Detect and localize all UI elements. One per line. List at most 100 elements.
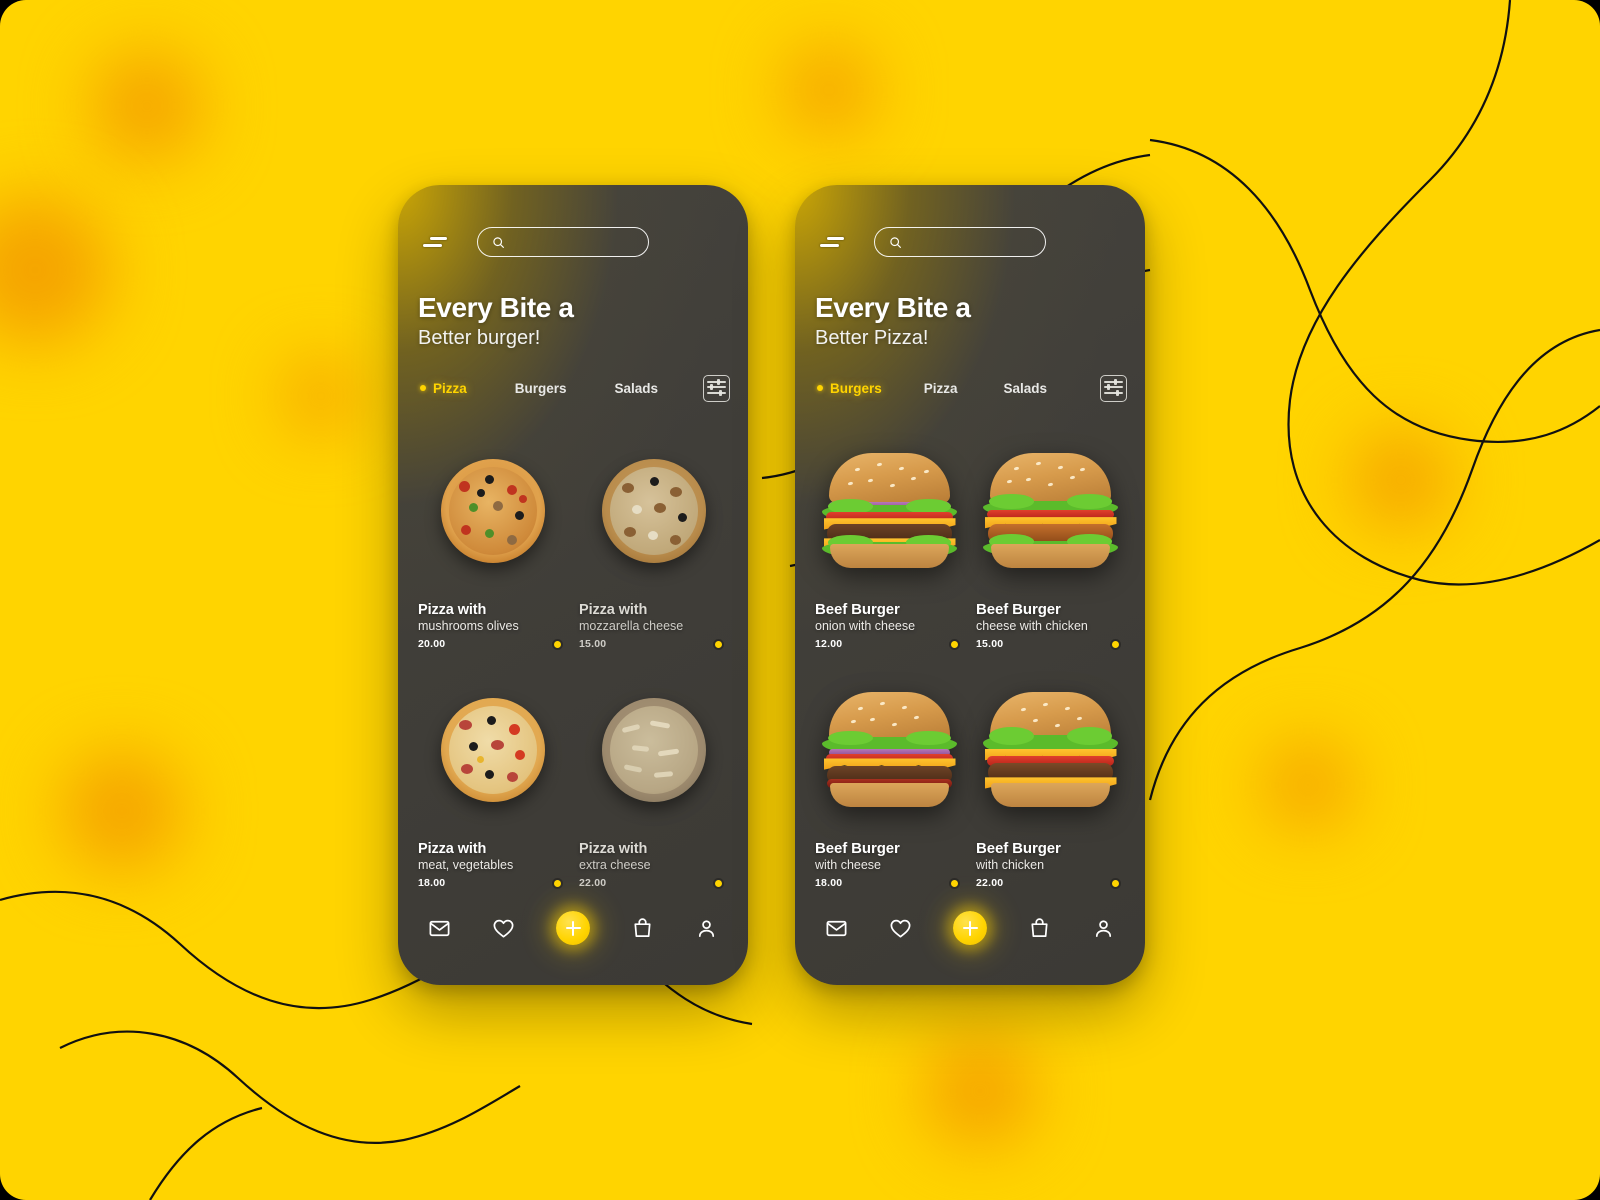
top-bar xyxy=(795,225,1145,259)
add-to-cart-dot[interactable] xyxy=(552,638,563,650)
heart-icon[interactable] xyxy=(889,917,912,940)
product-price: 18.00 xyxy=(418,877,446,889)
shopping-bag-icon[interactable] xyxy=(1028,917,1051,940)
product-image xyxy=(418,658,567,841)
add-to-cart-dot[interactable] xyxy=(713,877,724,889)
product-card[interactable]: Pizza with mushrooms olives 20.00 xyxy=(418,419,567,650)
product-meta-row: 15.00 xyxy=(579,638,728,650)
add-to-cart-dot[interactable] xyxy=(949,638,960,650)
search-input[interactable] xyxy=(512,235,634,249)
person-account-icon[interactable] xyxy=(1092,917,1115,940)
tab-burgers[interactable]: Burgers xyxy=(817,381,882,396)
product-price: 22.00 xyxy=(579,877,607,889)
product-meta-row: 20.00 xyxy=(418,638,567,650)
product-title: Pizza with xyxy=(418,602,487,618)
bun-bottom xyxy=(830,544,949,568)
add-to-cart-dot[interactable] xyxy=(552,877,563,889)
product-image xyxy=(418,419,567,602)
phone-screen-pizza: Every Bite a Better burger! Pizza Burger… xyxy=(398,185,748,985)
tab-label: Burgers xyxy=(514,380,567,396)
product-card[interactable]: Beef Burger with cheese 18.00 xyxy=(815,658,964,889)
product-card[interactable]: Beef Burger onion with cheese 12.00 xyxy=(815,419,964,650)
bun-bottom xyxy=(991,783,1110,807)
headline-line2: Better burger! xyxy=(418,327,541,350)
headline-line1: Every Bite a xyxy=(815,292,971,323)
headline-line2: Better Pizza! xyxy=(815,327,929,350)
search-bar[interactable] xyxy=(874,227,1046,257)
add-to-cart-dot[interactable] xyxy=(713,638,724,650)
tab-label: Pizza xyxy=(433,380,467,396)
hamburger-menu-icon[interactable] xyxy=(820,235,844,249)
product-subtitle: with chicken xyxy=(976,858,1045,872)
bg-blob xyxy=(284,360,358,432)
product-card[interactable]: Pizza with extra cheese 22.00 xyxy=(579,658,728,889)
tab-salads[interactable]: Salads xyxy=(1004,381,1048,396)
product-meta-row: 15.00 xyxy=(976,638,1125,650)
pizza-image-meat-vegetables xyxy=(440,697,545,802)
hamburger-menu-icon[interactable] xyxy=(423,235,447,249)
product-price: 20.00 xyxy=(418,638,446,650)
tab-burgers[interactable]: Burgers xyxy=(515,381,567,396)
product-title: Beef Burger xyxy=(815,601,900,618)
product-card[interactable]: Beef Burger with chicken 22.00 xyxy=(976,658,1125,889)
pizza-image-mozzarella xyxy=(601,458,706,563)
product-subtitle: extra cheese xyxy=(579,858,651,872)
bun-bottom xyxy=(830,783,949,807)
mail-icon[interactable] xyxy=(825,917,848,940)
tab-label: Salads xyxy=(614,380,659,396)
tab-label: Pizza xyxy=(923,380,958,396)
bottom-navigation xyxy=(825,905,1115,951)
product-image xyxy=(579,419,728,602)
search-icon xyxy=(889,236,902,249)
bun-bottom xyxy=(991,544,1110,568)
tab-pizza[interactable]: Pizza xyxy=(420,381,467,396)
bg-blob xyxy=(0,196,110,344)
product-image xyxy=(976,419,1125,601)
product-title: Beef Burger xyxy=(815,840,900,857)
pizza-image-supreme xyxy=(440,458,545,563)
bg-blob xyxy=(1264,742,1352,828)
product-image xyxy=(815,658,964,840)
product-price: 15.00 xyxy=(579,638,607,650)
product-grid: Pizza with mushrooms olives 20.00 Pizza … xyxy=(418,419,728,889)
product-subtitle: mozzarella cheese xyxy=(579,619,684,633)
product-title: Pizza with xyxy=(579,602,648,618)
filter-sliders-icon[interactable] xyxy=(703,374,730,402)
bottom-navigation xyxy=(428,905,718,951)
product-price: 12.00 xyxy=(815,638,843,650)
product-subtitle: cheese with chicken xyxy=(976,619,1088,633)
product-price: 18.00 xyxy=(815,877,843,889)
filter-sliders-icon[interactable] xyxy=(1100,374,1127,402)
tab-salads[interactable]: Salads xyxy=(615,381,659,396)
product-subtitle: meat, vegetables xyxy=(418,858,514,872)
product-subtitle: with cheese xyxy=(815,858,882,872)
product-meta-row: 18.00 xyxy=(815,877,964,889)
tab-pizza[interactable]: Pizza xyxy=(924,381,958,396)
bun-top xyxy=(828,453,951,503)
person-account-icon[interactable] xyxy=(695,917,718,940)
product-title: Pizza with xyxy=(418,841,487,857)
mail-icon[interactable] xyxy=(428,917,451,940)
product-meta-row: 22.00 xyxy=(579,877,728,889)
headline-line1: Every Bite a xyxy=(418,292,574,323)
product-card[interactable]: Pizza with meat, vegetables 18.00 xyxy=(418,658,567,889)
burger-image-cheese-chicken xyxy=(983,451,1118,569)
burger-image-with-cheese xyxy=(822,690,957,808)
search-input[interactable] xyxy=(909,235,1031,249)
plus-add-icon[interactable] xyxy=(556,911,590,945)
plus-add-icon[interactable] xyxy=(953,911,987,945)
add-to-cart-dot[interactable] xyxy=(949,877,960,889)
heart-icon[interactable] xyxy=(492,917,515,940)
bg-blob xyxy=(62,752,182,870)
product-meta-row: 12.00 xyxy=(815,638,964,650)
product-card[interactable]: Pizza with mozzarella cheese 15.00 xyxy=(579,419,728,650)
add-to-cart-dot[interactable] xyxy=(1110,877,1121,889)
search-bar[interactable] xyxy=(477,227,649,257)
product-card[interactable]: Beef Burger cheese with chicken 15.00 xyxy=(976,419,1125,650)
shopping-bag-icon[interactable] xyxy=(631,917,654,940)
product-image xyxy=(815,419,964,601)
active-tab-dot xyxy=(817,385,823,391)
product-price: 15.00 xyxy=(976,638,1004,650)
add-to-cart-dot[interactable] xyxy=(1110,638,1121,650)
product-title: Pizza with xyxy=(579,841,648,857)
